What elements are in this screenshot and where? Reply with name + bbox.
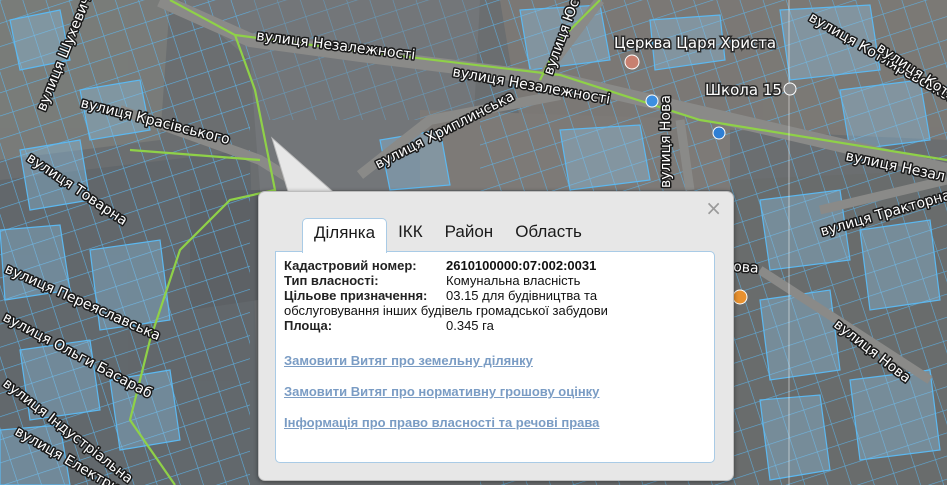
bus-stop-icon[interactable] [645,94,659,108]
tab-ikk[interactable]: ІКК [387,218,434,251]
parcel-details-panel: Кадастровий номер: 2610100000:07:002:003… [275,251,715,463]
field-label: Кадастровий номер: [284,258,417,273]
field-label: Площа: [284,318,333,333]
field-label: Тип власності: [284,273,379,288]
poi-label: Церква Царя Христа [614,34,776,52]
tile-seam [788,0,790,485]
field-ownership-type: Тип власності: Комунальна власність [284,273,706,288]
parcel-info-popup: × Ділянка ІКК Район Область Кадастровий … [258,191,734,481]
poi-label: Школа 15 [705,81,782,99]
field-label: Цільове призначення: [284,288,428,303]
field-value: 03.15 для будівництва та [446,288,598,303]
field-value: 2610100000:07:002:0031 [446,258,597,273]
popup-tabs: Ділянка ІКК Район Область [302,218,593,253]
tab-parcel[interactable]: Ділянка [302,218,388,253]
field-value: 0.345 га [446,318,494,333]
transit-stop-icon[interactable] [712,126,726,140]
ownership-rights-info-link[interactable]: Інформація про право власності та речові… [284,415,706,430]
order-parcel-extract-link[interactable]: Замовити Витяг про земельну ділянку [284,353,706,368]
tab-region[interactable]: Область [504,218,593,251]
field-value: Комунальна власність [446,273,581,288]
field-area: Площа: 0.345 га [284,318,706,333]
tab-district[interactable]: Район [434,218,505,251]
order-valuation-extract-link[interactable]: Замовити Витяг про нормативну грошову оц… [284,384,706,399]
field-value: обслуговування інших будівель громадсько… [284,303,608,318]
restaurant-pin-icon[interactable] [732,289,748,305]
school-pin-icon [783,82,797,96]
street-label: ова [733,259,759,277]
field-purpose: Цільове призначення: 03.15 для будівницт… [284,288,706,303]
field-cadastral-number: Кадастровий номер: 2610100000:07:002:003… [284,258,706,273]
close-icon[interactable]: × [705,198,722,218]
field-purpose-continued: обслуговування інших будівель громадсько… [284,303,706,318]
church-pin-icon [624,54,640,70]
street-label: вулиця Нова [658,95,674,188]
